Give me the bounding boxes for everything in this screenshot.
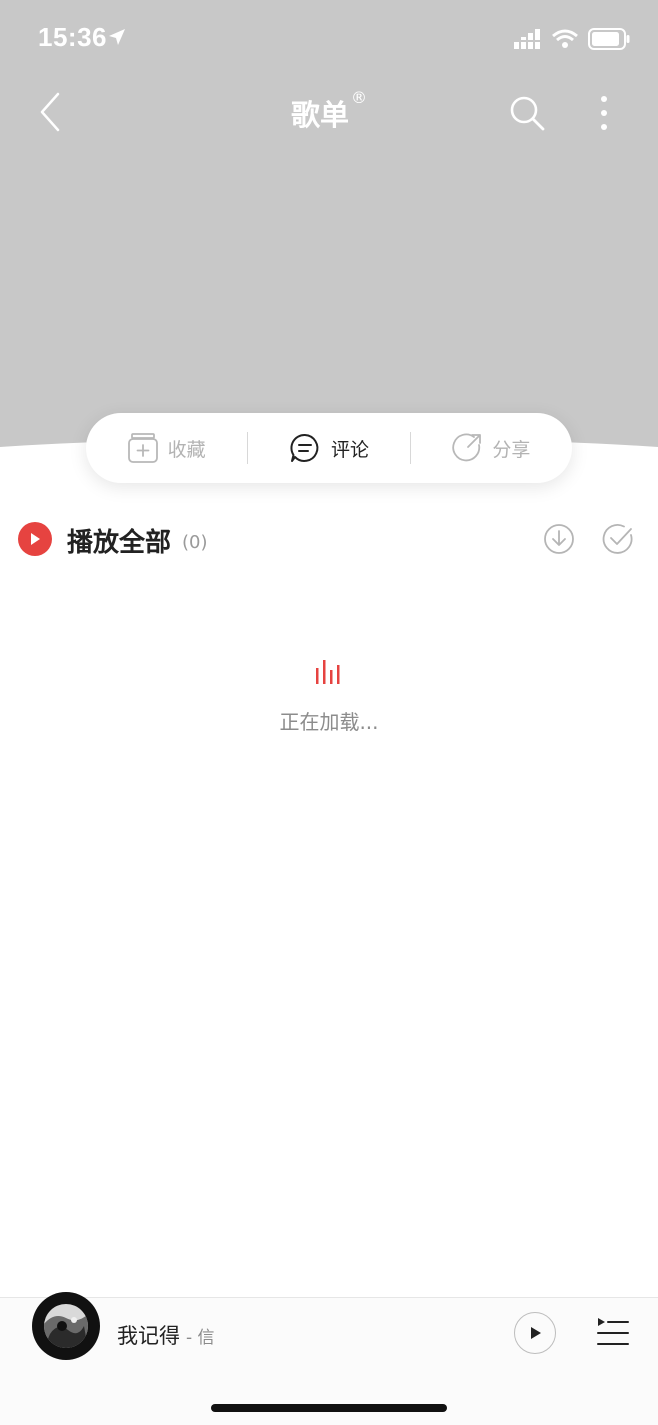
now-playing-info[interactable]: 我记得 - 信 xyxy=(117,1320,215,1350)
home-indicator xyxy=(211,1404,447,1412)
share-label: 分享 xyxy=(492,438,531,461)
search-button[interactable] xyxy=(504,90,550,136)
collect-label: 收藏 xyxy=(167,438,206,461)
album-art xyxy=(44,1304,88,1348)
playlist-queue-icon[interactable] xyxy=(596,1316,630,1348)
track-count: (0) xyxy=(182,532,208,553)
status-indicators xyxy=(514,28,630,50)
loading-indicator: 正在加载... xyxy=(0,658,658,735)
play-icon xyxy=(31,533,40,545)
now-playing-title: 我记得 xyxy=(117,1324,180,1348)
play-all-label: 播放全部 xyxy=(67,528,172,558)
now-playing-artist: - 信 xyxy=(186,1328,215,1348)
comment-label: 评论 xyxy=(330,438,369,461)
loading-bars-icon xyxy=(316,660,340,684)
collect-button[interactable]: 收藏 xyxy=(86,413,247,483)
add-collect-icon xyxy=(127,433,158,463)
download-icon xyxy=(544,524,574,554)
registered-mark: ® xyxy=(351,88,367,107)
album-cover[interactable] xyxy=(32,1292,100,1360)
multi-select-button[interactable] xyxy=(600,521,636,557)
loading-text: 正在加载... xyxy=(279,710,379,734)
mini-play-button[interactable] xyxy=(514,1312,556,1354)
play-icon xyxy=(531,1327,541,1339)
status-time: 15:36 xyxy=(38,22,107,52)
page-title-text: 歌单 xyxy=(290,98,349,132)
check-select-icon xyxy=(602,524,633,554)
page-title: 歌单® xyxy=(0,88,658,134)
navigation-bar: 歌单® xyxy=(0,80,658,144)
status-bar: 15:36 xyxy=(0,0,658,80)
search-icon xyxy=(510,96,545,131)
comment-icon xyxy=(290,433,319,462)
share-button[interactable]: 分享 xyxy=(411,413,572,483)
battery-icon xyxy=(588,28,630,50)
wifi-icon xyxy=(552,29,578,48)
play-all-row[interactable]: 播放全部 (0) xyxy=(0,512,658,572)
more-options-button[interactable] xyxy=(588,90,620,136)
share-icon xyxy=(452,433,482,462)
comment-button[interactable]: 评论 xyxy=(248,413,409,483)
playlist-action-bar: 收藏 评论 分享 xyxy=(86,413,572,483)
cellular-signal-icon xyxy=(514,29,541,49)
location-arrow-icon xyxy=(109,29,125,45)
more-vertical-icon xyxy=(601,96,607,130)
play-all-button[interactable] xyxy=(18,522,52,556)
download-all-button[interactable] xyxy=(541,521,577,557)
